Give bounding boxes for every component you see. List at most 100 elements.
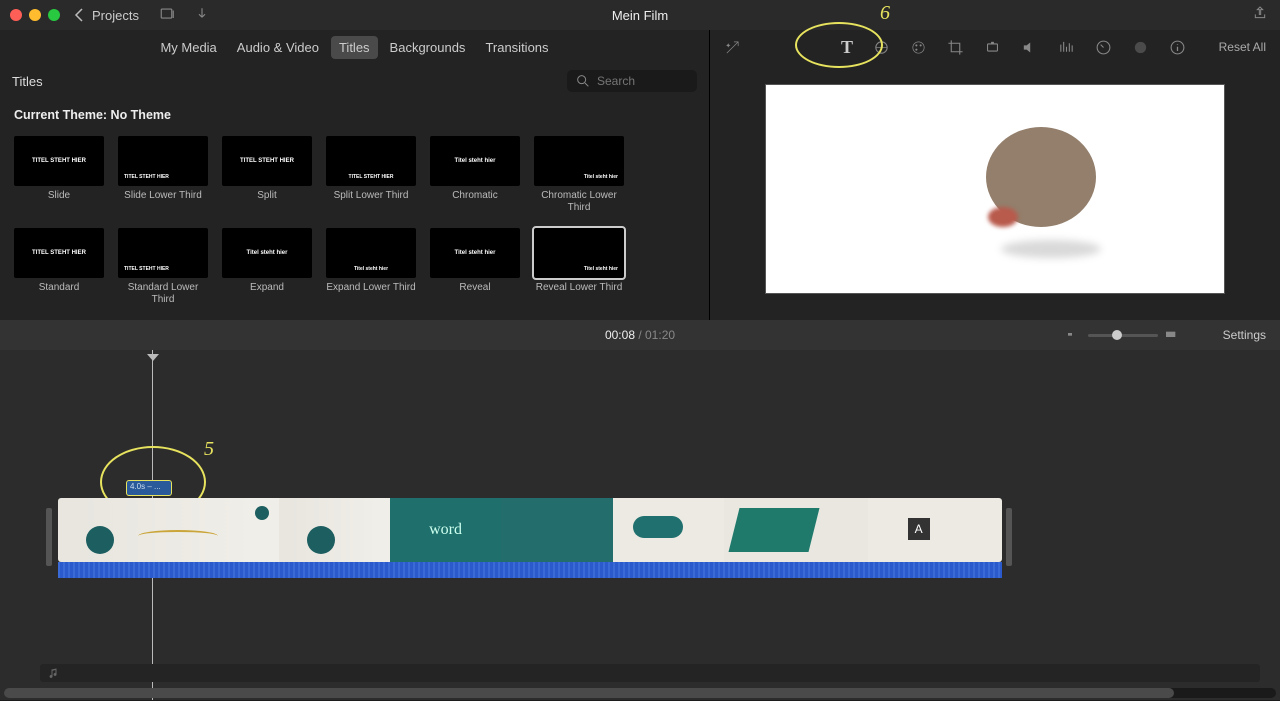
title-clip[interactable]: 4.0s – ...: [126, 480, 172, 496]
info-icon[interactable]: [1169, 39, 1186, 56]
time-separator: /: [635, 328, 645, 342]
search-box[interactable]: [567, 70, 697, 92]
chevron-left-icon: [72, 7, 88, 23]
title-thumb: TITEL STEHT HIER: [222, 136, 312, 186]
timeline[interactable]: 4.0s – ... 5 word A: [0, 350, 1280, 700]
share-icon[interactable]: [1252, 5, 1268, 21]
zoom-knob[interactable]: [1112, 330, 1122, 340]
adjust-toolbar: T Reset All 6: [710, 30, 1280, 64]
video-clip-segment[interactable]: [613, 498, 724, 562]
zoom-track[interactable]: [1088, 334, 1158, 337]
speed-icon[interactable]: [1095, 39, 1112, 56]
tab-transitions[interactable]: Transitions: [477, 36, 556, 59]
crop-icon[interactable]: [947, 39, 964, 56]
filter-icon[interactable]: [873, 39, 890, 56]
scrollbar-thumb[interactable]: [4, 688, 1174, 698]
title-thumb-text: TITEL STEHT HIER: [32, 158, 86, 164]
title-preset-chromatic-lower-third[interactable]: Titel steht hier Chromatic Lower Third: [534, 136, 624, 214]
playbar: 00:08 / 01:20 Settings: [0, 320, 1280, 350]
video-clip-segment[interactable]: [58, 498, 279, 562]
title-thumb: TITEL STEHT HIER: [14, 228, 104, 278]
annotation-label-5: 5: [204, 438, 214, 461]
back-to-projects-button[interactable]: Projects: [72, 7, 139, 23]
title-caption: Slide: [14, 190, 104, 202]
timecode: 00:08 / 01:20: [605, 328, 675, 342]
fullscreen-window-button[interactable]: [48, 9, 60, 21]
title-adjust-icon[interactable]: T: [841, 37, 853, 58]
music-lane[interactable]: [40, 664, 1260, 682]
current-time: 00:08: [605, 328, 635, 342]
title-preset-reveal-lower-third[interactable]: Titel steht hier Reveal Lower Third: [534, 228, 624, 306]
zoom-in-icon: [1164, 327, 1180, 343]
project-title: Mein Film: [612, 8, 668, 23]
back-label: Projects: [92, 8, 139, 23]
title-thumb-text: TITEL STEHT HIER: [32, 250, 86, 256]
title-preset-slide-lower-third[interactable]: TITEL STEHT HIERSlide Lower Third: [118, 136, 208, 214]
title-thumb-text: TITEL STEHT HIER: [124, 174, 169, 180]
title-preset-standard[interactable]: TITEL STEHT HIER Standard: [14, 228, 104, 306]
title-thumb: Titel steht hier: [534, 228, 624, 278]
title-caption: Expand: [222, 282, 312, 294]
title-preset-split[interactable]: TITEL STEHT HIERSplit: [222, 136, 312, 214]
title-thumb-text: Titel steht hier: [584, 174, 618, 180]
audio-waveform[interactable]: [58, 562, 1002, 578]
title-caption: Reveal Lower Third: [534, 282, 624, 294]
title-preset-expand-lower-third[interactable]: Titel steht hier Expand Lower Third: [326, 228, 416, 306]
video-clip-segment[interactable]: [279, 498, 390, 562]
title-preset-standard-lower-third[interactable]: TITEL STEHT HIERStandard Lower Third: [118, 228, 208, 306]
title-preset-expand[interactable]: Titel steht hierExpand: [222, 228, 312, 306]
clip-letter: A: [908, 518, 930, 540]
color-icon[interactable]: [910, 39, 927, 56]
equalizer-icon[interactable]: [1058, 39, 1075, 56]
clip-start-handle[interactable]: [46, 508, 52, 566]
video-clip-segment[interactable]: A: [868, 498, 1002, 562]
title-thumb: Titel steht hier: [326, 228, 416, 278]
tab-backgrounds[interactable]: Backgrounds: [382, 36, 474, 59]
zoom-out-icon: [1066, 327, 1082, 343]
traffic-lights: [10, 9, 60, 21]
zoom-slider[interactable]: [1066, 327, 1180, 343]
title-preset-slide[interactable]: TITEL STEHT HIER Slide: [14, 136, 104, 214]
minimize-window-button[interactable]: [29, 9, 41, 21]
title-caption: Split Lower Third: [326, 190, 416, 202]
title-caption: Standard: [14, 282, 104, 294]
search-input[interactable]: [597, 74, 687, 88]
tab-titles[interactable]: Titles: [331, 36, 378, 59]
title-thumb-text: TITEL STEHT HIER: [240, 158, 294, 164]
enhance-icon[interactable]: [724, 39, 741, 56]
noise-icon[interactable]: [1132, 39, 1149, 56]
import-icon[interactable]: [193, 6, 211, 24]
window-titlebar: Projects Mein Film: [0, 0, 1280, 30]
title-caption: Chromatic Lower Third: [534, 190, 624, 214]
title-thumb-text: Titel steht hier: [354, 266, 388, 272]
tab-audio-video[interactable]: Audio & Video: [229, 36, 327, 59]
viewer-canvas[interactable]: [765, 84, 1225, 294]
title-thumb-text: Titel steht hier: [455, 158, 496, 164]
title-thumb: TITEL STEHT HIER: [118, 136, 208, 186]
tab-my-media[interactable]: My Media: [152, 36, 224, 59]
close-window-button[interactable]: [10, 9, 22, 21]
title-thumb: TITEL STEHT HIER: [118, 228, 208, 278]
title-preset-reveal[interactable]: Titel steht hierReveal: [430, 228, 520, 306]
title-preset-split-lower-third[interactable]: TITEL STEHT HIERSplit Lower Third: [326, 136, 416, 214]
video-clip-segment[interactable]: word: [390, 498, 501, 562]
search-icon: [575, 73, 591, 89]
video-track[interactable]: word A: [58, 498, 1002, 562]
reset-all-button[interactable]: Reset All: [1219, 40, 1266, 54]
title-thumb: Titel steht hier: [430, 136, 520, 186]
preview-shadow: [1001, 240, 1101, 258]
clip-end-handle[interactable]: [1006, 508, 1012, 566]
title-caption: Chromatic: [430, 190, 520, 202]
volume-icon[interactable]: [1021, 39, 1038, 56]
video-clip-segment[interactable]: [501, 498, 612, 562]
title-thumb: TITEL STEHT HIER: [14, 136, 104, 186]
title-thumb: Titel steht hier: [430, 228, 520, 278]
timeline-settings-button[interactable]: Settings: [1223, 328, 1266, 342]
timeline-scrollbar[interactable]: [4, 688, 1276, 698]
title-thumb-text: Titel steht hier: [455, 250, 496, 256]
title-preset-chromatic[interactable]: Titel steht hier Chromatic: [430, 136, 520, 214]
library-icon[interactable]: [159, 6, 177, 24]
video-clip-segment[interactable]: [724, 498, 868, 562]
stabilize-icon[interactable]: [984, 39, 1001, 56]
title-caption: Expand Lower Third: [326, 282, 416, 294]
